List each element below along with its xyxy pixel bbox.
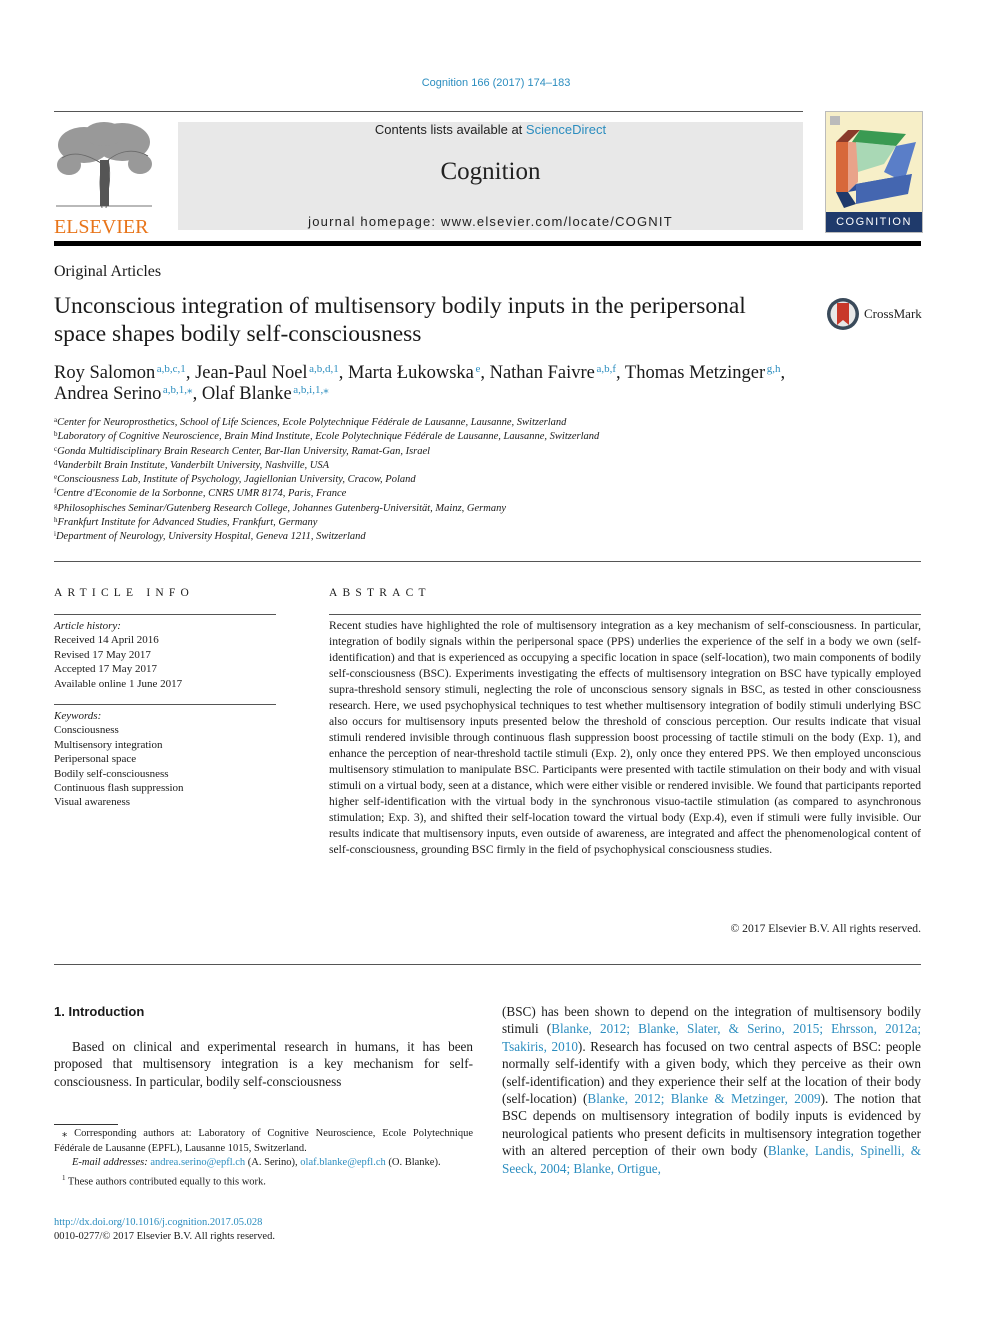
history-label: Article history:	[54, 620, 121, 632]
header-thick-rule	[54, 241, 921, 246]
author[interactable]: Marta Łukowska e	[348, 363, 480, 383]
author-affiliation-marks[interactable]: a,b,c,1	[157, 363, 186, 375]
affiliation-list: aCenter for Neuroprosthetics, School of …	[54, 416, 924, 545]
keywords: Keywords: Consciousness Multisensory int…	[54, 709, 276, 810]
journal-homepage[interactable]: journal homepage: www.elsevier.com/locat…	[178, 214, 803, 229]
author[interactable]: Olaf Blanke a,b,i,1,⁎	[202, 384, 329, 404]
email-owner: (O. Blanke).	[385, 1157, 441, 1168]
author[interactable]: Jean-Paul Noel a,b,d,1	[195, 363, 339, 383]
email-link[interactable]: andrea.serino@epfl.ch	[150, 1157, 245, 1168]
keywords-label: Keywords:	[54, 710, 102, 722]
footnotes: ⁎ Corresponding authors at: Laboratory o…	[54, 1127, 473, 1190]
crossmark-icon	[827, 298, 859, 330]
crossmark-button[interactable]: CrossMark	[826, 297, 922, 331]
elsevier-tree-icon	[54, 120, 154, 210]
email-link[interactable]: olaf.blanke@epfl.ch	[300, 1157, 385, 1168]
keyword: Peripersonal space	[54, 753, 137, 766]
email-label: E-mail addresses:	[72, 1157, 148, 1168]
article-title: Unconscious integration of multisensory …	[54, 293, 746, 347]
cognition-cover-icon	[830, 116, 916, 208]
author-list: Roy Salomon a,b,c,1, Jean-Paul Noel a,b,…	[54, 363, 786, 404]
email-note: E-mail addresses: andrea.serino@epfl.ch …	[54, 1156, 473, 1171]
affiliation: aCenter for Neuroprosthetics, School of …	[54, 416, 567, 429]
abstract-text: Recent studies have highlighted the role…	[329, 619, 921, 856]
contents-prefix: Contents lists available at	[374, 122, 526, 137]
author-affiliation-marks[interactable]: a,b,d,1	[309, 363, 339, 375]
email-owner: (A. Serino),	[245, 1157, 301, 1168]
corresponding-note: ⁎ Corresponding authors at: Laboratory o…	[54, 1128, 473, 1154]
journal-name: Cognition	[440, 158, 541, 185]
author[interactable]: Thomas Metzinger g,h	[625, 363, 781, 383]
affiliation: fCentre d'Economie de la Sorbonne, CNRS …	[54, 487, 347, 500]
author[interactable]: Roy Salomon a,b,c,1	[54, 363, 186, 383]
article-info-rule	[54, 614, 276, 615]
contents-line: Contents lists available at ScienceDirec…	[178, 122, 803, 137]
abstract-rule	[329, 614, 921, 615]
elsevier-wordmark: ELSEVIER	[54, 216, 149, 238]
footnote-rule	[54, 1124, 118, 1125]
affiliation: hFrankfurt Institute for Advanced Studie…	[54, 516, 318, 529]
affiliation: dVanderbilt Brain Institute, Vanderbilt …	[54, 458, 330, 471]
crossmark-label: CrossMark	[864, 306, 922, 321]
issn-copyright: 0010-0277/© 2017 Elsevier B.V. All right…	[54, 1231, 275, 1242]
elsevier-logo[interactable]: ELSEVIER	[54, 120, 154, 237]
abstract-copyright: © 2017 Elsevier B.V. All rights reserved…	[730, 922, 921, 935]
keywords-rule	[54, 704, 276, 705]
doi-link[interactable]: http://dx.doi.org/10.1016/j.cognition.20…	[54, 1216, 275, 1230]
keyword: Visual awareness	[54, 796, 131, 809]
keyword: Consciousness	[54, 724, 119, 737]
keyword: Continuous flash suppression	[54, 782, 184, 795]
abstract-heading: ABSTRACT	[329, 587, 431, 599]
introduction-heading: 1. Introduction	[54, 1004, 145, 1019]
affiliation: cGonda Multidisciplinary Brain Research …	[54, 444, 431, 457]
article-info-heading: ARTICLE INFO	[54, 587, 194, 599]
sciencedirect-link[interactable]: ScienceDirect	[526, 122, 606, 137]
author-affiliation-marks[interactable]: a,b,f	[596, 363, 616, 375]
journal-citation-link[interactable]: Cognition 166 (2017) 174–183	[0, 77, 992, 89]
section-rule	[54, 561, 921, 562]
header-rule	[54, 111, 803, 112]
history-item: Accepted 17 May 2017	[54, 663, 157, 676]
article-section: Original Articles	[54, 263, 162, 280]
section-rule	[54, 964, 921, 965]
author-affiliation-marks[interactable]: a,b,1,⁎	[163, 384, 193, 396]
cover-title: COGNITION	[826, 212, 922, 232]
author-affiliation-marks[interactable]: a,b,i,1,⁎	[293, 384, 328, 396]
author-affiliation-marks[interactable]: e	[475, 363, 480, 375]
journal-cover[interactable]: COGNITION	[825, 111, 923, 233]
affiliation: eConsciousness Lab, Institute of Psychol…	[54, 473, 416, 486]
doi-block: http://dx.doi.org/10.1016/j.cognition.20…	[54, 1216, 275, 1244]
introduction-paragraph-continued: (BSC) has been shown to depend on the in…	[502, 1004, 921, 1176]
author[interactable]: Nathan Faivre a,b,f	[490, 363, 616, 383]
citation-link[interactable]: Blanke, 2012; Blanke & Metzinger, 2009	[587, 1091, 820, 1106]
affiliation: bLaboratory of Cognitive Neuroscience, B…	[54, 430, 600, 443]
introduction-paragraph: Based on clinical and experimental resea…	[54, 1039, 473, 1089]
article-history: Article history: Received 14 April 2016 …	[54, 619, 276, 691]
journal-masthead: Contents lists available at ScienceDirec…	[178, 122, 803, 230]
history-item: Received 14 April 2016	[54, 634, 159, 647]
author-affiliation-marks[interactable]: g,h	[767, 363, 781, 375]
history-item: Revised 17 May 2017	[54, 648, 151, 661]
keyword: Bodily self-consciousness	[54, 767, 169, 780]
affiliation: gPhilosophisches Seminar/Gutenberg Resea…	[54, 501, 507, 514]
keyword: Multisensory integration	[54, 738, 163, 751]
author[interactable]: Andrea Serino a,b,1,⁎	[54, 384, 193, 404]
affiliation: iDepartment of Neurology, University Hos…	[54, 530, 366, 543]
equal-contribution-note: 1 These authors contributed equally to t…	[62, 1173, 266, 1188]
history-item: Available online 1 June 2017	[54, 677, 183, 690]
